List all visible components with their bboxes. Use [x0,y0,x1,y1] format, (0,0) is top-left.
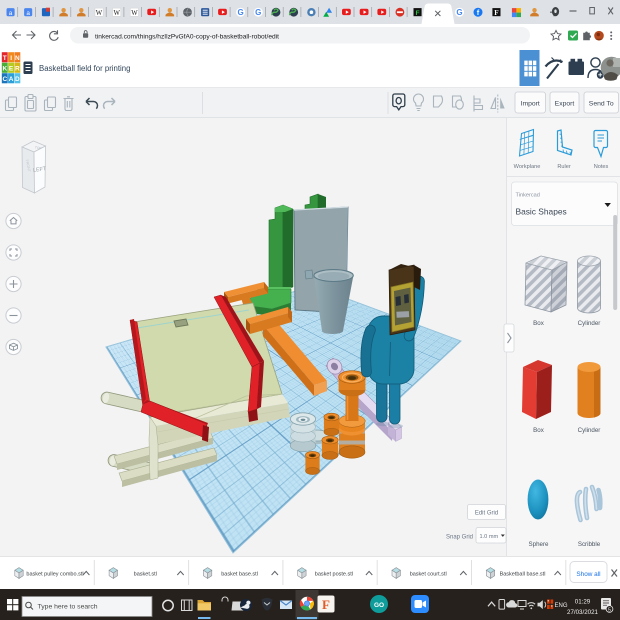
svg-text:W: W [131,10,138,17]
svg-text:R: R [15,65,20,72]
svg-text:W: W [113,10,120,17]
svg-text:Tinkercad: Tinkercad [516,193,540,199]
svg-text:Ruler: Ruler [557,164,571,170]
svg-text:Notes: Notes [594,164,609,170]
svg-text:Basketball field for printing: Basketball field for printing [39,64,130,73]
svg-text:27/03/2021: 27/03/2021 [567,609,599,616]
svg-text:Box: Box [533,427,545,434]
svg-text:Import: Import [521,101,540,108]
svg-text:basket poste.stl: basket poste.stl [315,571,353,577]
svg-text:F: F [494,9,499,17]
svg-text:tinkercad.com/things/hzIlzPvGf: tinkercad.com/things/hzIlzPvGfA0-copy-of… [95,33,279,40]
svg-text:N: N [15,55,20,62]
svg-text:ENG: ENG [554,603,567,609]
svg-text:basket.stl: basket.stl [134,571,157,577]
svg-text:basket court.stl: basket court.stl [410,571,447,577]
svg-text:D: D [15,76,20,83]
svg-text:Scribble: Scribble [578,541,601,548]
svg-text:Cylinder: Cylinder [578,427,601,434]
svg-text:a: a [26,10,30,17]
svg-text:W: W [96,10,103,17]
svg-text:G: G [456,8,462,17]
svg-text:Workplane: Workplane [514,164,541,170]
svg-text:GO: GO [374,602,384,609]
svg-text:Box: Box [533,320,545,327]
svg-text:Edit Grid: Edit Grid [475,511,498,517]
svg-text:basket base.stl: basket base.stl [221,571,258,577]
svg-text:Snap Grid: Snap Grid [446,535,473,541]
svg-text:5: 5 [608,607,611,613]
svg-text:a: a [9,10,13,17]
svg-text:Basic Shapes: Basic Shapes [516,207,567,217]
svg-text:K: K [2,65,7,72]
svg-text:G: G [237,8,243,17]
svg-text:F: F [416,10,420,17]
svg-text:F: F [322,597,330,612]
svg-text:T: T [3,55,7,62]
svg-text:Export: Export [555,101,575,108]
svg-text:I: I [10,55,12,62]
svg-text:C: C [2,76,7,83]
svg-text:1.0 mm: 1.0 mm [480,534,499,540]
svg-text:basket pulley combo.stl: basket pulley combo.stl [26,571,83,577]
svg-text:Send To: Send To [589,101,614,108]
svg-text:Sphere: Sphere [529,541,550,548]
svg-text:E: E [9,65,14,72]
svg-text:A: A [9,76,14,83]
svg-text:Basketball base.stl: Basketball base.stl [500,571,546,577]
svg-text:Type here to search: Type here to search [38,604,98,611]
svg-text:01:29: 01:29 [575,599,591,606]
svg-text:Show all: Show all [576,571,600,578]
svg-text:Cylinder: Cylinder [578,320,601,327]
svg-text:G: G [255,8,261,17]
